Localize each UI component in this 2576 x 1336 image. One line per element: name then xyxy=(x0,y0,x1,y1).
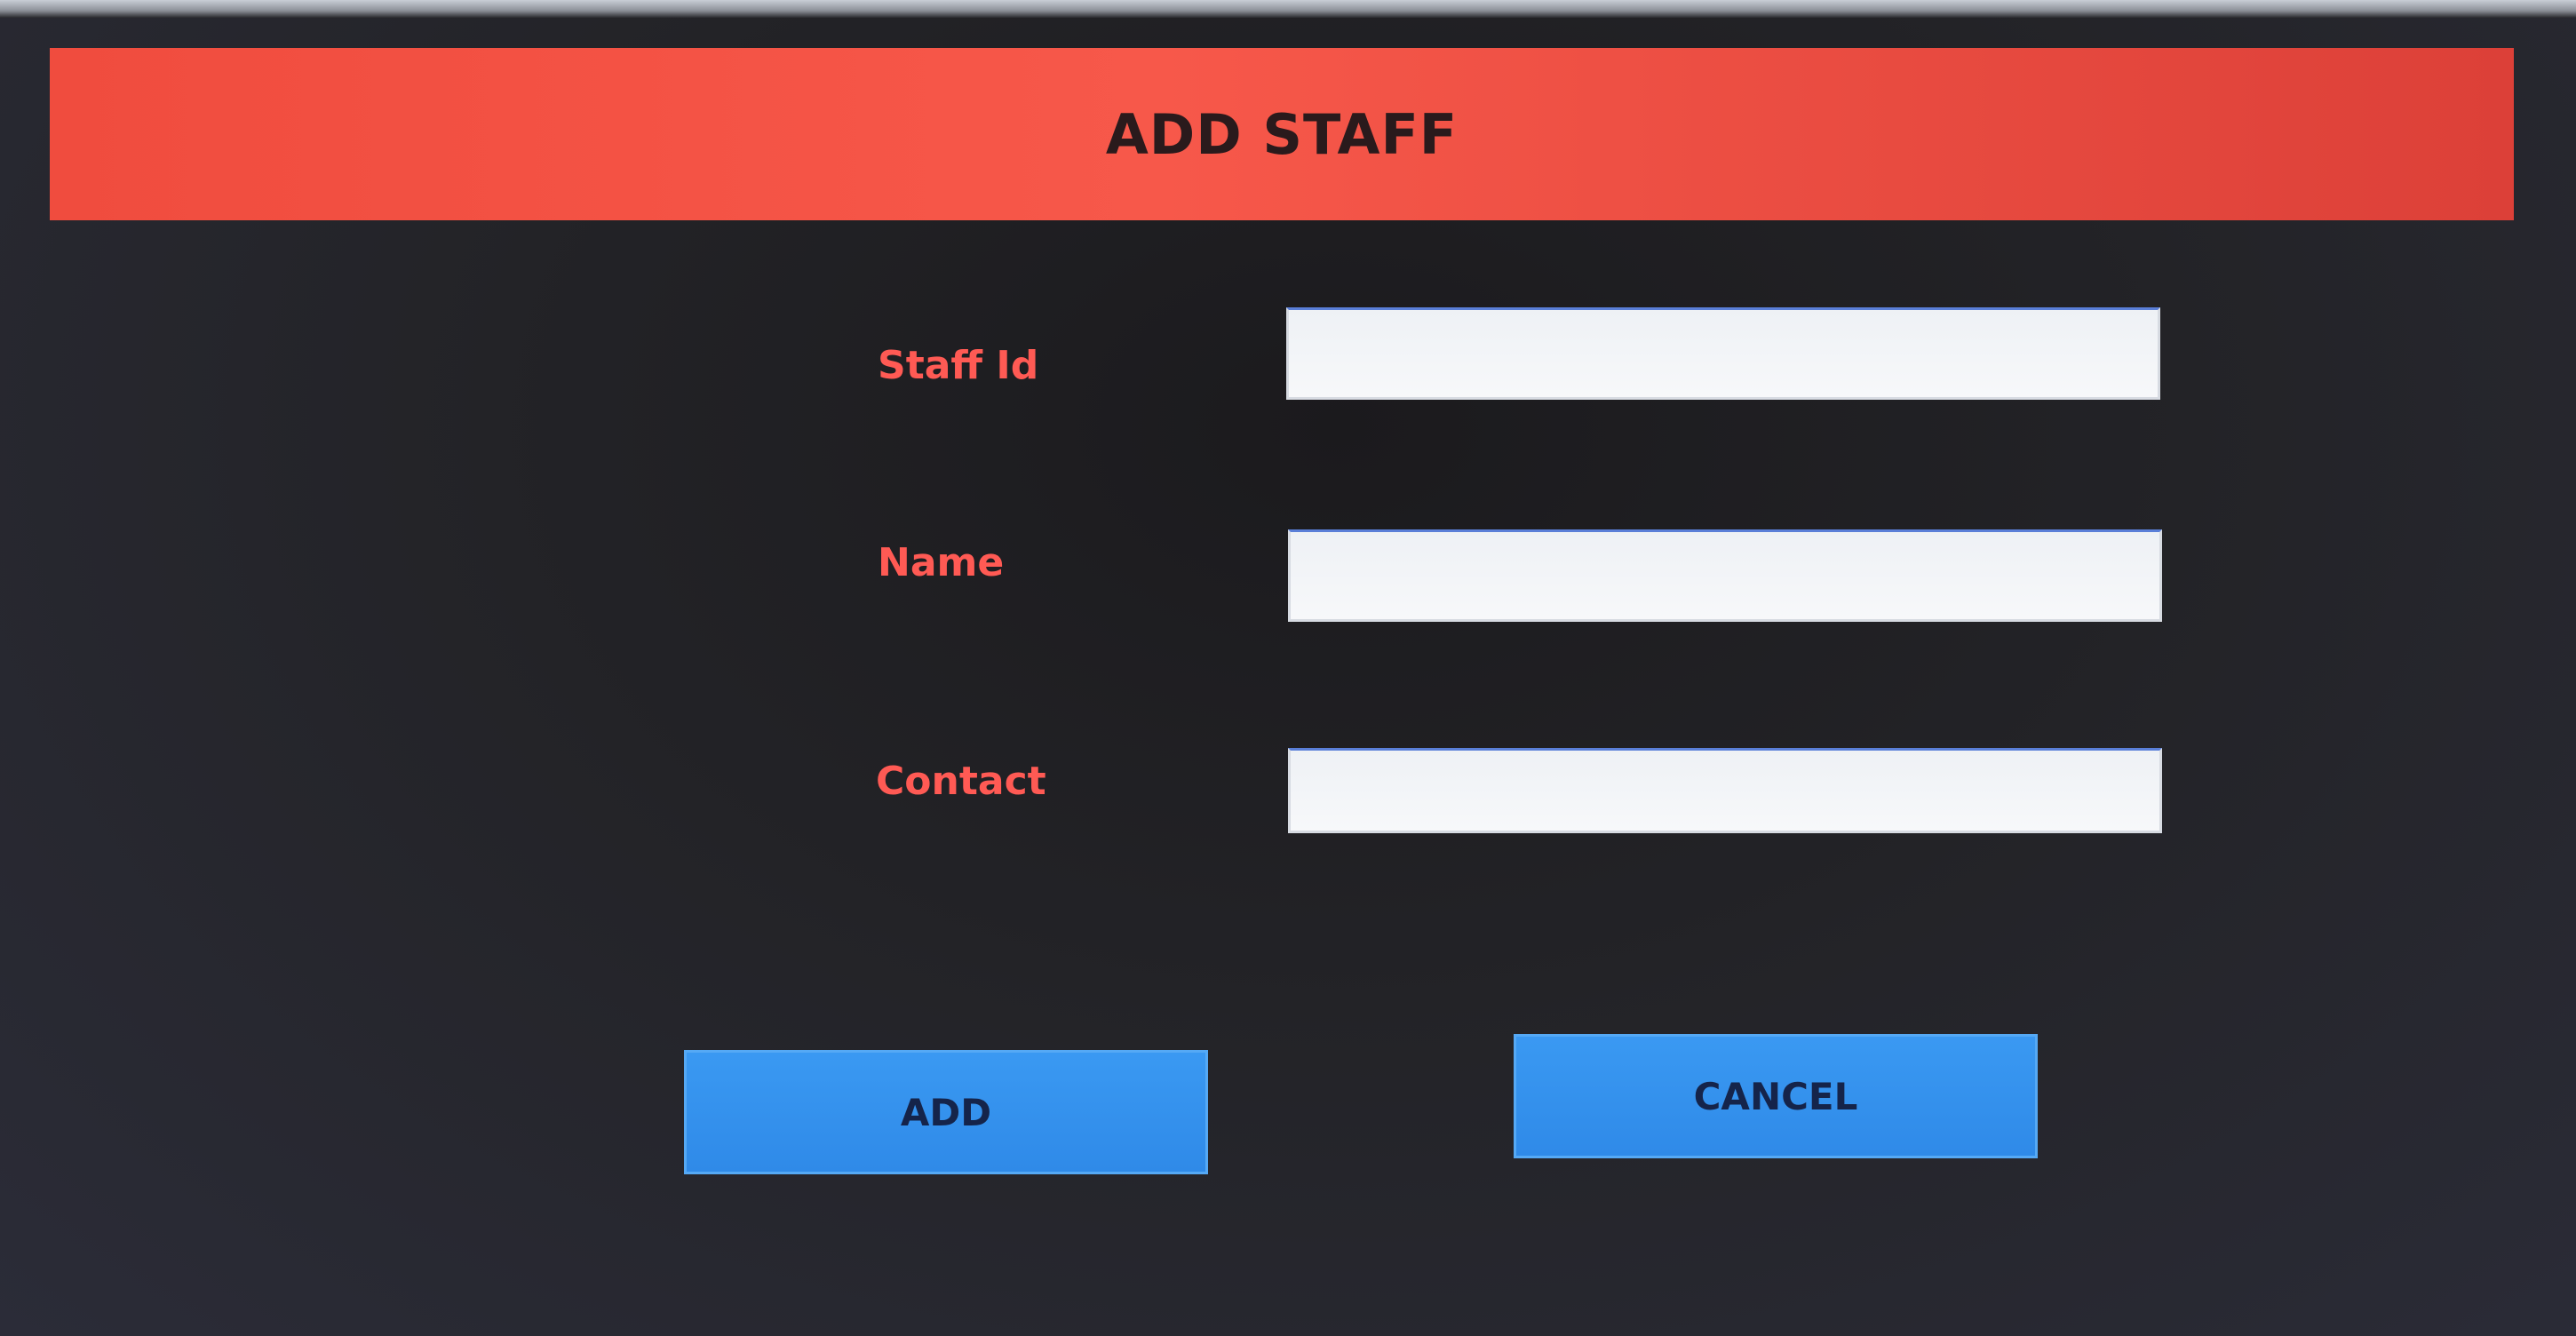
page-title: ADD STAFF xyxy=(1105,101,1459,167)
contact-input[interactable] xyxy=(1288,748,2162,833)
staff-id-label: Staff Id xyxy=(878,343,1039,388)
contact-label: Contact xyxy=(876,759,1046,804)
staff-id-input[interactable] xyxy=(1286,307,2160,400)
cancel-button[interactable]: CANCEL xyxy=(1514,1034,2038,1158)
name-input[interactable] xyxy=(1288,529,2162,622)
window-top-edge xyxy=(0,0,2576,18)
header-bar: ADD STAFF xyxy=(50,48,2514,220)
add-staff-window: ADD STAFF Staff Id Name Contact ADD CANC… xyxy=(0,18,2576,1336)
name-label: Name xyxy=(878,540,1005,585)
add-button[interactable]: ADD xyxy=(684,1050,1208,1174)
